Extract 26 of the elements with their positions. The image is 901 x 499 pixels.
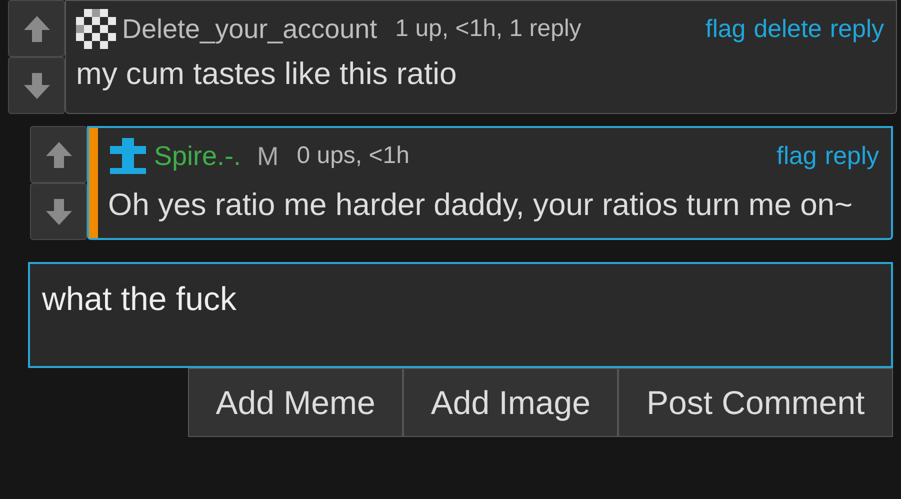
action-button[interactable]: Post Comment [618, 368, 893, 437]
comment-meta: 0 ups, <1h [296, 142, 410, 170]
comment-text: Oh yes ratio me harder daddy, your ratios turn me on~ [108, 186, 854, 224]
comment-meta: 1 up, <1h, 1 reply [395, 15, 582, 43]
down-arrow-icon [44, 196, 74, 226]
comment-input-field[interactable]: what the fuck [28, 262, 893, 368]
action-link[interactable]: reply [824, 142, 879, 170]
up-arrow-icon [22, 14, 52, 44]
action-link[interactable]: delete [754, 14, 822, 44]
username[interactable]: Delete_your_account [122, 14, 378, 44]
downvote-button[interactable] [8, 57, 65, 114]
upvote-button[interactable] [8, 0, 65, 57]
down-arrow-icon [22, 70, 52, 100]
checkered-avatar-icon [76, 9, 116, 49]
cross-avatar-icon [108, 136, 148, 176]
action-link[interactable]: reply [830, 14, 884, 44]
action-button[interactable]: Add Image [403, 368, 618, 437]
up-arrow-icon [44, 140, 74, 170]
upvote-button[interactable] [30, 126, 87, 183]
action-link[interactable]: flag [705, 14, 746, 44]
username[interactable]: Spire.-. [154, 140, 242, 172]
comment-text: my cum tastes like this ratio [76, 55, 458, 93]
action-button[interactable]: Add Meme [188, 368, 404, 437]
user-role-label: M [257, 140, 279, 172]
action-link[interactable]: flag [776, 142, 817, 170]
downvote-button[interactable] [30, 183, 87, 240]
